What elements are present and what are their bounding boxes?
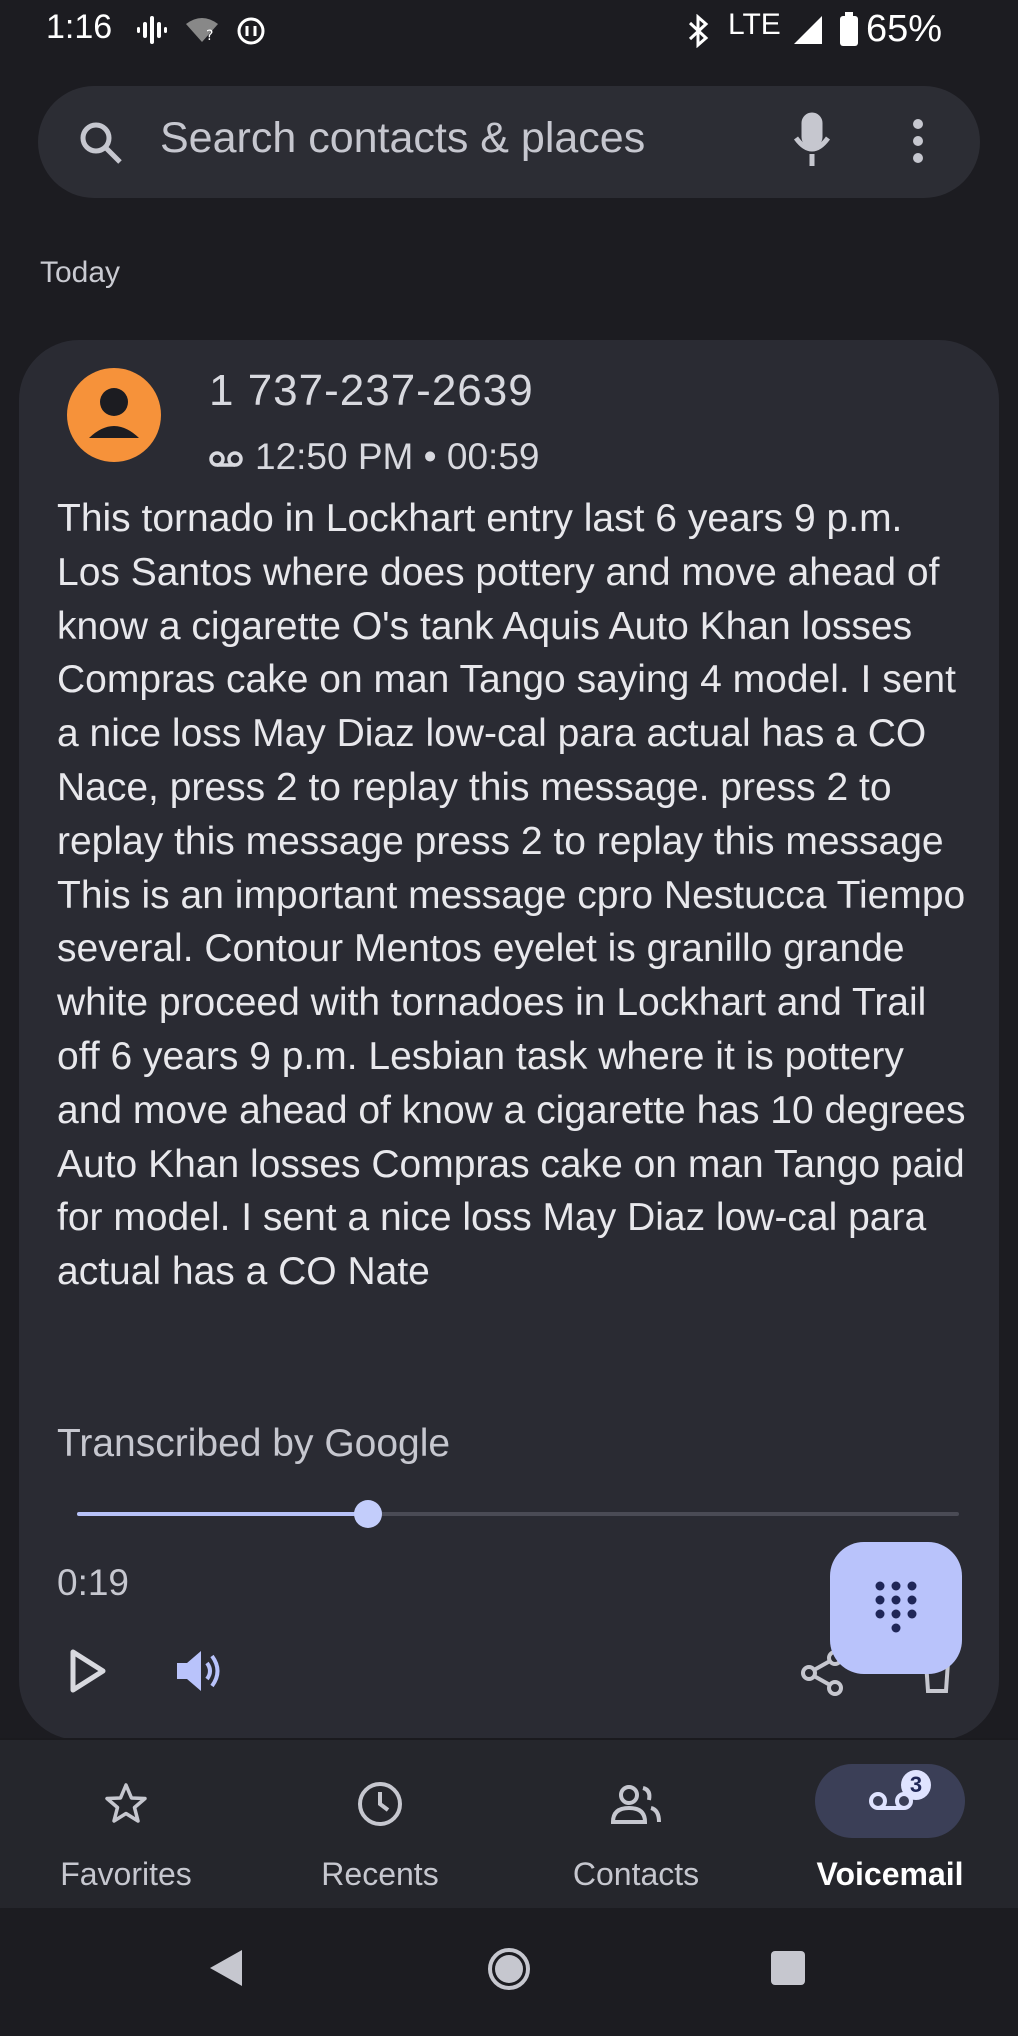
nav-label-recents: Recents [321, 1856, 439, 1892]
signal-icon [792, 14, 824, 46]
search-bar[interactable]: Search contacts & places [38, 86, 980, 198]
voicemail-badge: 3 [901, 1770, 931, 1800]
network-type: LTE [728, 8, 781, 41]
more-vert-icon[interactable] [910, 116, 926, 166]
battery-icon [840, 12, 858, 46]
mic-icon[interactable] [792, 112, 832, 170]
status-time: 1:16 [46, 8, 113, 46]
search-icon [78, 120, 124, 166]
voicemail-duration: 00:59 [446, 436, 540, 477]
star-icon [104, 1782, 148, 1826]
nav-label-voicemail: Voicemail [816, 1856, 964, 1892]
dialpad-icon [874, 1580, 918, 1636]
data-saver-icon [234, 14, 268, 48]
dialpad-button[interactable] [830, 1542, 962, 1674]
nav-label-contacts: Contacts [572, 1856, 700, 1892]
speaker-icon[interactable] [175, 1648, 223, 1694]
playback-slider-fill [77, 1512, 369, 1516]
avatar [67, 368, 161, 462]
bottom-navigation: Favorites Recents Contacts 3 Voicemail [0, 1738, 1018, 1910]
recents-square-icon[interactable] [770, 1950, 806, 1986]
home-icon[interactable] [486, 1946, 532, 1992]
system-navigation-bar [0, 1908, 1018, 2036]
voicemail-card[interactable]: 1 737-237-2639 12:50 PM • 00:59 This tor… [19, 340, 999, 1740]
nav-favorites[interactable]: Favorites [16, 1740, 236, 1910]
voicemail-small-icon [209, 449, 243, 469]
search-input[interactable]: Search contacts & places [160, 114, 645, 163]
back-icon[interactable] [208, 1948, 244, 1988]
meta-separator: • [423, 436, 437, 477]
clock-icon [356, 1780, 404, 1828]
voicemail-meta: 12:50 PM • 00:59 [209, 436, 540, 478]
voicemail-transcript: This tornado in Lockhart entry last 6 ye… [57, 497, 966, 1294]
wifi-unknown-icon: ? [184, 16, 220, 44]
section-header-today: Today [40, 256, 121, 289]
caller-number: 1 737-237-2639 [209, 366, 534, 415]
playback-slider-thumb[interactable] [354, 1500, 383, 1528]
podcast-icon [136, 14, 168, 46]
battery-percent: 65% [866, 8, 943, 50]
bluetooth-icon [686, 14, 712, 48]
nav-voicemail[interactable]: 3 Voicemail [780, 1740, 1000, 1910]
status-bar: 1:16 ? LTE 65% [0, 0, 1018, 64]
people-icon [609, 1784, 663, 1824]
voicemail-active-pill: 3 [815, 1764, 965, 1838]
transcribed-by-label: Transcribed by Google [57, 1422, 451, 1465]
nav-recents[interactable]: Recents [270, 1740, 490, 1910]
voicemail-time: 12:50 PM [255, 436, 414, 477]
nav-contacts[interactable]: Contacts [526, 1740, 746, 1910]
play-icon[interactable] [67, 1648, 107, 1694]
nav-label-favorites: Favorites [60, 1856, 192, 1892]
svg-text:?: ? [206, 28, 213, 44]
elapsed-time: 0:19 [57, 1562, 130, 1603]
